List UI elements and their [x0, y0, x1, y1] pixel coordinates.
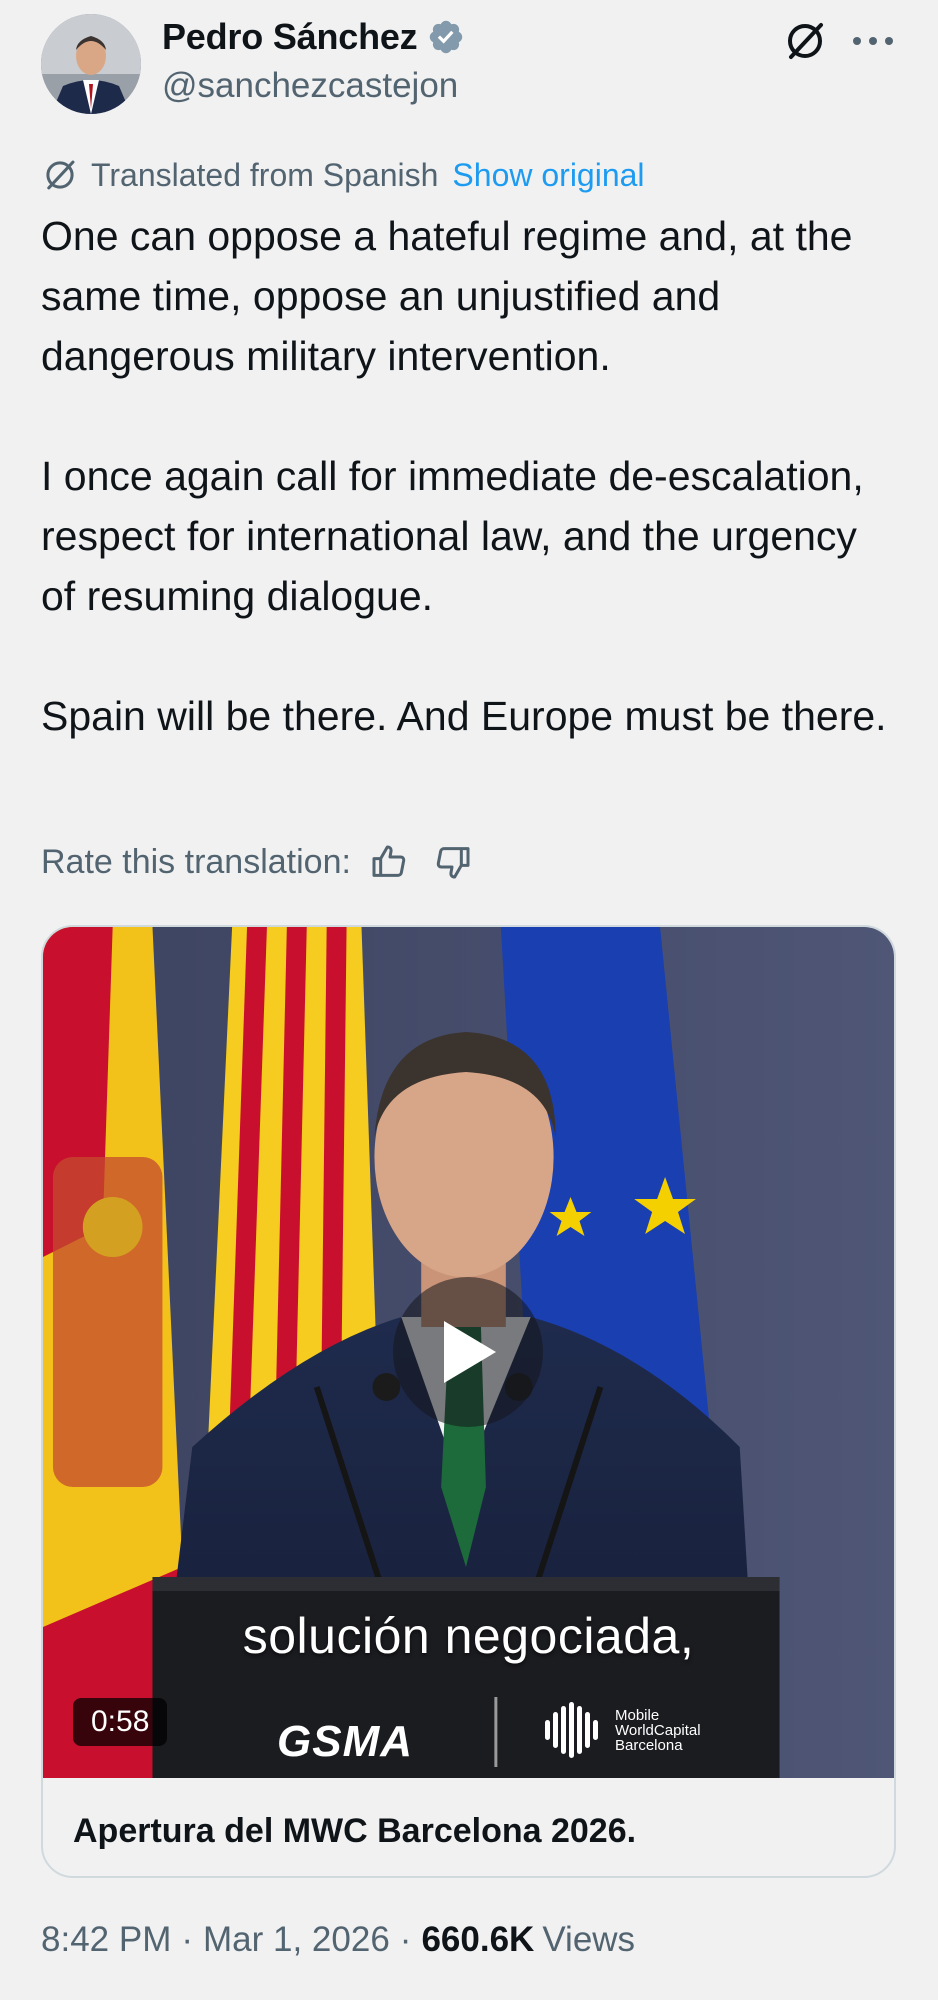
post-date[interactable]: Mar 1, 2026 [203, 1920, 390, 1960]
avatar-image [41, 14, 141, 114]
more-button[interactable] [848, 16, 898, 66]
video-card[interactable]: solución negociada, GSMA Mobile WorldCap… [41, 925, 896, 1878]
views-label: Views [542, 1920, 636, 1959]
play-icon [444, 1321, 496, 1383]
meta-separator: · [399, 1920, 412, 1959]
grok-icon [788, 23, 823, 59]
play-button[interactable] [393, 1277, 543, 1427]
tweet-text: One can oppose a hateful regime and, at … [41, 206, 901, 746]
mwc-line: WorldCapital [615, 1721, 701, 1739]
translated-from-label: Translated from Spanish [91, 156, 439, 193]
avatar[interactable] [41, 14, 141, 114]
grok-translate-icon [46, 160, 75, 190]
mwc-logo: Mobile WorldCapital Barcelona [543, 1702, 719, 1758]
video-duration-badge: 0:58 [73, 1698, 168, 1746]
thumbs-up-icon[interactable] [369, 842, 409, 882]
tweet-meta: 8:42 PM · Mar 1, 2026 · 660.6K Views [41, 1920, 635, 1960]
tweet-paragraph: One can oppose a hateful regime and, at … [41, 213, 853, 379]
translation-bar: Translated from Spanish Show original [41, 156, 645, 194]
mwc-waveform-icon [545, 1702, 598, 1758]
display-name[interactable]: Pedro Sánchez [162, 16, 418, 58]
rate-translation-label: Rate this translation: [41, 842, 351, 881]
meta-separator: · [181, 1920, 194, 1959]
views-count: 660.6K [421, 1920, 535, 1959]
video-title[interactable]: Apertura del MWC Barcelona 2026. [73, 1812, 636, 1851]
thumbs-down-icon[interactable] [433, 842, 473, 882]
show-original-link[interactable]: Show original [452, 157, 644, 194]
tweet-paragraph: I once again call for immediate de-escal… [41, 453, 864, 619]
mwc-line: Barcelona [615, 1736, 683, 1754]
video-subtitle: solución negociada, [242, 1608, 695, 1664]
gsma-logo: GSMA [277, 1717, 413, 1766]
author-name-row: Pedro Sánchez [162, 16, 465, 58]
mwc-wordmark: Mobile WorldCapital Barcelona [615, 1708, 719, 1753]
tweet-paragraph: Spain will be there. And Europe must be … [41, 693, 887, 739]
author-handle[interactable]: @sanchezcastejon [162, 66, 458, 106]
video-player[interactable]: solución negociada, GSMA Mobile WorldCap… [43, 927, 894, 1778]
verified-badge-icon[interactable] [427, 18, 465, 56]
post-time[interactable]: 8:42 PM [41, 1920, 171, 1960]
grok-button[interactable] [780, 16, 830, 66]
rate-translation-row: Rate this translation: [41, 842, 473, 882]
mwc-line: Mobile [615, 1706, 660, 1724]
more-icon [853, 37, 893, 45]
